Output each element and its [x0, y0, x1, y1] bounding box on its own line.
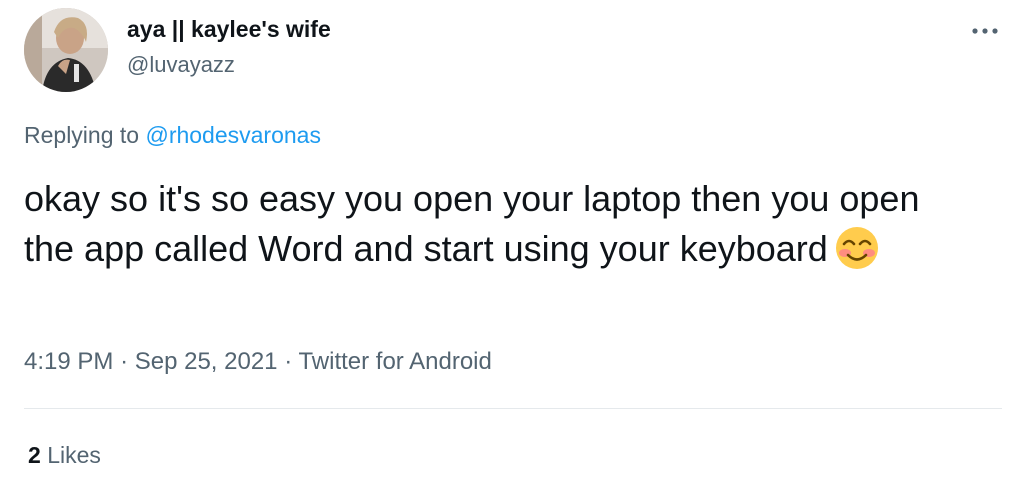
reply-context-prefix: Replying to	[24, 122, 140, 148]
tweet-text: okay so it's so easy you open your lapto…	[24, 174, 974, 274]
tweet-metadata: 4:19 PM · Sep 25, 2021 · Twitter for And…	[24, 346, 492, 378]
tweet-text-content: okay so it's so easy you open your lapto…	[24, 178, 920, 269]
likes-count: 2	[28, 442, 41, 468]
meta-separator: ·	[284, 348, 293, 375]
author-handle[interactable]: @luvayazz	[127, 50, 331, 80]
reply-mention-link[interactable]: @rhodesvaronas	[145, 122, 321, 148]
avatar-photo-icon	[24, 8, 108, 92]
reply-context: Replying to @rhodesvaronas	[24, 120, 321, 150]
more-horizontal-icon	[972, 28, 998, 34]
likes-label: Likes	[47, 442, 101, 468]
meta-separator: ·	[120, 348, 129, 375]
author-info: aya || kaylee's wife @luvayazz	[127, 14, 331, 80]
smiling-face-emoji-icon	[835, 227, 878, 269]
likes-stat[interactable]: 2 Likes	[28, 440, 101, 470]
tweet-source[interactable]: Twitter for Android	[298, 348, 491, 375]
author-avatar[interactable]	[24, 8, 108, 92]
divider	[24, 408, 1002, 409]
tweet-time[interactable]: 4:19 PM	[24, 348, 113, 375]
tweet-date[interactable]: Sep 25, 2021	[135, 348, 278, 375]
more-options-button[interactable]	[968, 14, 1002, 48]
author-display-name[interactable]: aya || kaylee's wife	[127, 14, 331, 44]
tweet-container: aya || kaylee's wife @luvayazz Replying …	[0, 0, 1024, 496]
